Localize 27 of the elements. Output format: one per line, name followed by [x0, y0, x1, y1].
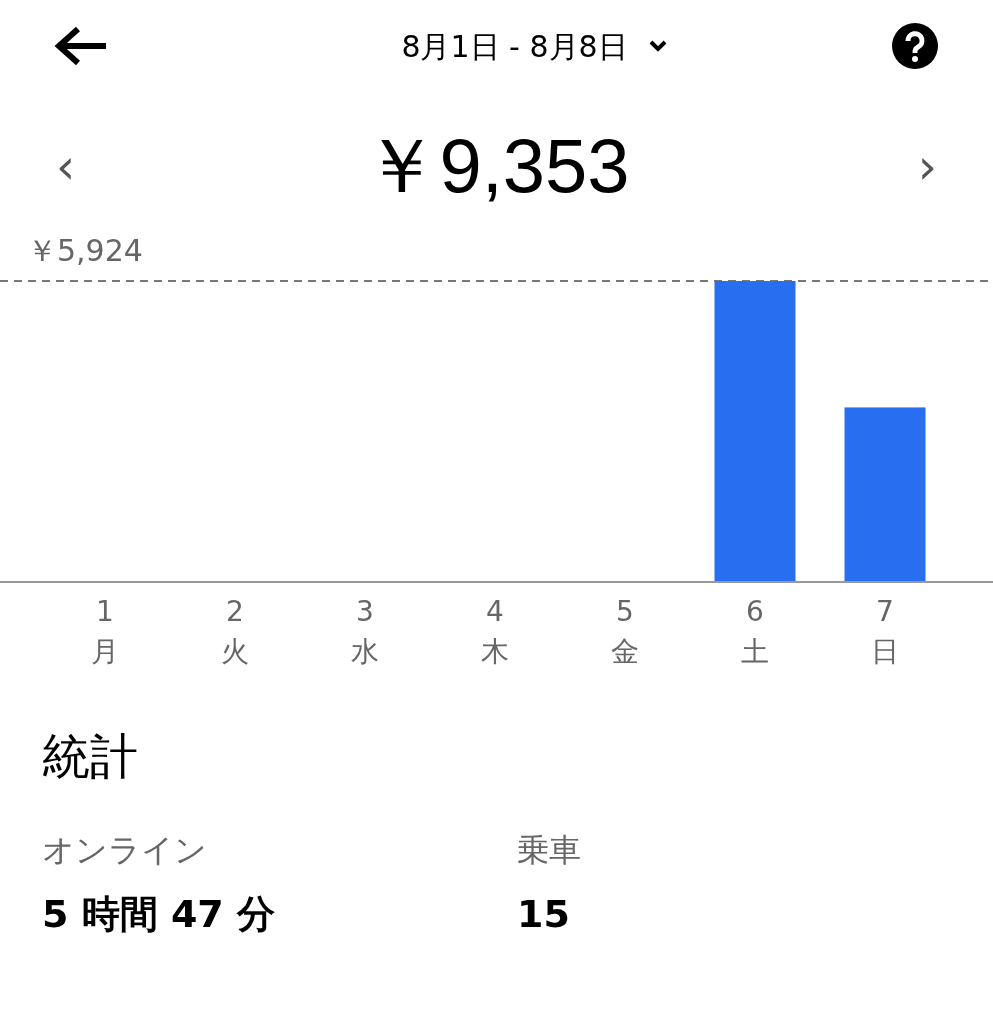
- weekday-label: 水: [351, 634, 379, 670]
- max-value-label: ￥5,924: [27, 233, 143, 268]
- day-number: 6: [746, 594, 764, 630]
- chevron-down-icon[interactable]: [647, 39, 668, 53]
- back-icon[interactable]: [54, 26, 108, 66]
- day-number: 5: [616, 594, 634, 630]
- stat-label: オンライン: [42, 830, 208, 871]
- weekday-label: 火: [221, 634, 249, 670]
- weekday-label: 金: [611, 634, 639, 670]
- stat-label: 乗車: [517, 830, 581, 871]
- day-number: 1: [96, 594, 114, 630]
- day-number: 7: [876, 594, 894, 630]
- weekday-label: 日: [871, 634, 899, 670]
- weekday-label: 木: [481, 634, 509, 670]
- weekday-label: 月: [91, 634, 119, 670]
- weekday-label: 土: [741, 634, 769, 670]
- section-title: 統計: [42, 727, 139, 786]
- date-range[interactable]: 8月1日 - 8月8日: [401, 23, 628, 69]
- day-number: 3: [356, 594, 374, 630]
- day-number: 4: [486, 594, 504, 630]
- next-button[interactable]: ›: [917, 130, 937, 202]
- help-icon[interactable]: [891, 22, 939, 70]
- stat-value: 15: [517, 891, 571, 938]
- previous-button[interactable]: ‹: [56, 130, 76, 202]
- day-number: 2: [226, 594, 244, 630]
- stat-value: 5 時間 47 分: [42, 891, 276, 938]
- total-amount: ￥9,353: [363, 122, 630, 210]
